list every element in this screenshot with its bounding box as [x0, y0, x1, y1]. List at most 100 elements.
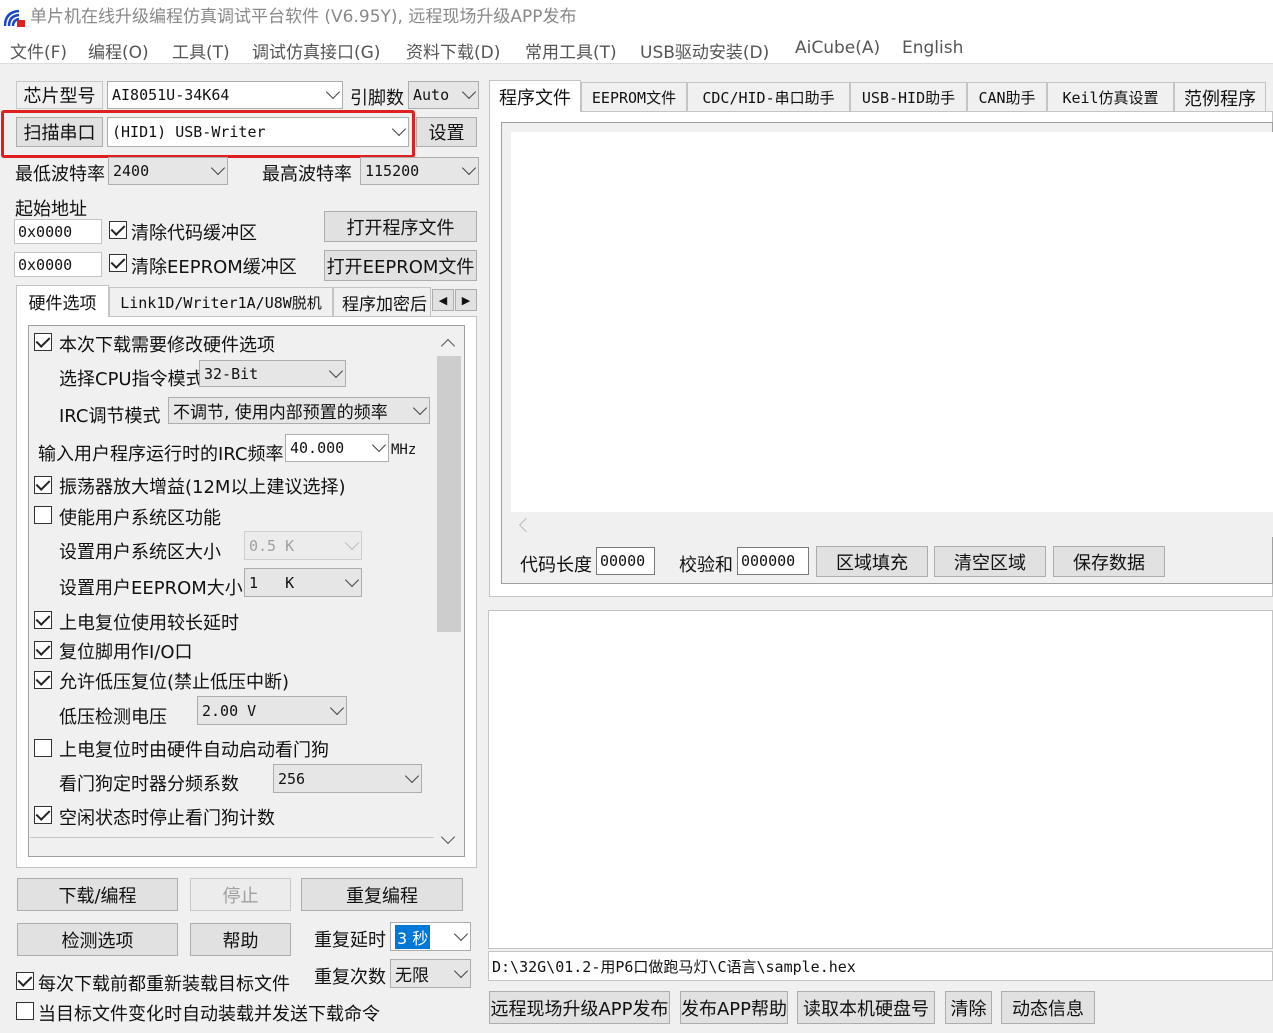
remote-upgrade-app-button[interactable]: 远程现场升级APP发布	[489, 991, 670, 1024]
user-sys-area-label: 使能用户系统区功能	[59, 508, 221, 529]
user-eeprom-value: 1 K	[249, 573, 295, 592]
cpu-mode-label: 选择CPU指令模式	[59, 369, 204, 390]
chevron-down-icon	[344, 572, 360, 587]
chevron-down-icon	[329, 700, 345, 715]
wdt-div-value: 256	[278, 769, 306, 788]
user-sys-area-checkbox[interactable]	[34, 506, 52, 524]
osc-gain-checkbox[interactable]	[34, 476, 52, 494]
max-baud-select[interactable]: 115200	[360, 157, 479, 185]
max-baud-value: 115200	[365, 162, 420, 180]
tab-scroll-right-button[interactable]: ▶	[455, 289, 477, 311]
hex-h-scrollbar[interactable]	[511, 512, 1273, 537]
clear-log-button[interactable]: 清除	[945, 991, 992, 1024]
wdt-div-label: 看门狗定时器分频系数	[59, 774, 239, 795]
chevron-down-icon	[412, 400, 428, 415]
chevron-down-icon	[404, 768, 420, 783]
dynamic-info-button[interactable]: 动态信息	[1001, 991, 1095, 1024]
code-start-address-input[interactable]: 0x0000	[14, 219, 102, 244]
user-sys-size-value: 0.5 K	[249, 536, 295, 555]
port-settings-button[interactable]: 设置	[416, 117, 477, 147]
chip-type-label: 芯片型号	[16, 81, 103, 109]
menu-aicube[interactable]: AiCube(A)	[795, 38, 880, 58]
menu-usb-driver[interactable]: USB驱动安装(D)	[640, 38, 769, 63]
long-delay-checkbox[interactable]	[34, 611, 52, 629]
open-program-file-button[interactable]: 打开程序文件	[324, 211, 477, 242]
pins-label: 引脚数	[350, 88, 404, 109]
lvr-checkbox[interactable]	[34, 671, 52, 689]
menu-tools[interactable]: 工具(T)	[172, 38, 230, 63]
cpu-mode-select[interactable]: 32-Bit	[199, 360, 346, 387]
read-disk-id-button[interactable]: 读取本机硬盘号	[797, 991, 935, 1024]
lvd-value: 2.00 V	[202, 701, 257, 720]
check-options-button[interactable]: 检测选项	[17, 923, 178, 956]
options-scrollbar-thumb[interactable]	[437, 356, 461, 632]
tab-examples[interactable]: 范例程序	[1174, 82, 1266, 112]
output-log[interactable]	[488, 610, 1273, 949]
lvd-select[interactable]: 2.00 V	[197, 696, 347, 725]
irc-mode-select[interactable]: 不调节, 使用内部预置的频率	[168, 397, 430, 424]
repeat-count-value: 无限	[395, 966, 429, 986]
file-path-field[interactable]: D:\32G\01.2-用P6口做跑马灯\C语言\sample.hex	[488, 951, 1273, 981]
clear-area-button[interactable]: 清空区域	[934, 546, 1046, 577]
stop-button[interactable]: 停止	[190, 878, 291, 911]
lvr-label: 允许低压复位(禁止低压中断)	[59, 672, 290, 693]
pins-select[interactable]: Auto	[408, 81, 479, 109]
help-button[interactable]: 帮助	[190, 923, 291, 956]
chevron-down-icon	[461, 84, 477, 100]
tab-scroll-left-button[interactable]: ◀	[432, 289, 454, 311]
list-bottom-divider	[30, 837, 434, 838]
download-program-button[interactable]: 下载/编程	[17, 878, 178, 911]
tab-eeprom-file[interactable]: EEPROM文件	[581, 82, 687, 112]
tab-offline-writer[interactable]: Link1D/Writer1A/U8W脱机	[109, 287, 333, 317]
chevron-down-icon	[453, 926, 469, 941]
tab-hardware-options[interactable]: 硬件选项	[16, 285, 109, 317]
app-help-button[interactable]: 发布APP帮助	[680, 991, 788, 1024]
save-data-button[interactable]: 保存数据	[1053, 546, 1165, 577]
repeat-count-label: 重复次数	[314, 967, 386, 988]
menu-downloads[interactable]: 资料下载(D)	[406, 38, 500, 63]
wdt-div-select[interactable]: 256	[273, 764, 422, 793]
tab-can[interactable]: CAN助手	[967, 82, 1047, 112]
menu-file[interactable]: 文件(F)	[10, 38, 67, 63]
tab-cdc-hid-serial[interactable]: CDC/HID-串口助手	[687, 82, 850, 112]
menu-program[interactable]: 编程(O)	[88, 38, 149, 63]
app-logo-icon	[4, 9, 25, 27]
repeat-count-select[interactable]: 无限	[390, 959, 471, 988]
hex-view[interactable]	[511, 132, 1273, 512]
reload-before-download-checkbox[interactable]	[16, 972, 34, 990]
tab-usb-hid[interactable]: USB-HID助手	[850, 82, 967, 112]
irc-mode-value: 不调节, 使用内部预置的频率	[173, 403, 388, 423]
window-title: 单片机在线升级编程仿真调试平台软件 (V6.95Y), 远程现场升级APP发布	[0, 0, 1273, 34]
modify-hw-label: 本次下载需要修改硬件选项	[59, 335, 275, 356]
wdt-idle-stop-checkbox[interactable]	[34, 806, 52, 824]
user-sys-size-select[interactable]: 0.5 K	[244, 531, 362, 560]
min-baud-select[interactable]: 2400	[108, 157, 228, 185]
irc-freq-label: 输入用户程序运行时的IRC频率	[38, 444, 284, 465]
tab-keil-settings[interactable]: Keil仿真设置	[1047, 82, 1174, 112]
irc-freq-select[interactable]: 40.000	[285, 434, 389, 462]
reset-io-checkbox[interactable]	[34, 641, 52, 659]
tab-program-file[interactable]: 程序文件	[489, 80, 581, 112]
repeat-delay-label: 重复延时	[314, 930, 386, 951]
modify-hw-checkbox[interactable]	[34, 333, 52, 351]
auto-load-checkbox[interactable]	[16, 1002, 34, 1020]
osc-gain-label: 振荡器放大增益(12M以上建议选择)	[59, 477, 346, 498]
menu-debug-interface[interactable]: 调试仿真接口(G)	[252, 38, 380, 63]
checksum-label: 校验和	[679, 555, 733, 576]
repeat-delay-select[interactable]: 3 秒	[390, 922, 471, 951]
menu-english[interactable]: English	[902, 38, 963, 58]
clear-eeprom-buffer-checkbox[interactable]	[109, 254, 127, 272]
tab-encryption[interactable]: 程序加密后	[333, 287, 431, 317]
cpu-mode-value: 32-Bit	[204, 364, 259, 383]
chip-type-select[interactable]: AI8051U-34K64	[107, 81, 343, 109]
clear-code-buffer-checkbox[interactable]	[109, 221, 127, 239]
wdt-auto-checkbox[interactable]	[34, 739, 52, 757]
open-eeprom-file-button[interactable]: 打开EEPROM文件	[324, 250, 477, 281]
eeprom-start-address-input[interactable]: 0x0000	[14, 252, 102, 277]
user-eeprom-select[interactable]: 1 K	[244, 568, 362, 597]
pins-value: Auto	[413, 86, 450, 104]
repeat-program-button[interactable]: 重复编程	[301, 878, 463, 911]
menu-common-tools[interactable]: 常用工具(T)	[525, 38, 617, 63]
clear-code-buffer-label: 清除代码缓冲区	[131, 223, 257, 244]
fill-area-button[interactable]: 区域填充	[816, 546, 928, 577]
